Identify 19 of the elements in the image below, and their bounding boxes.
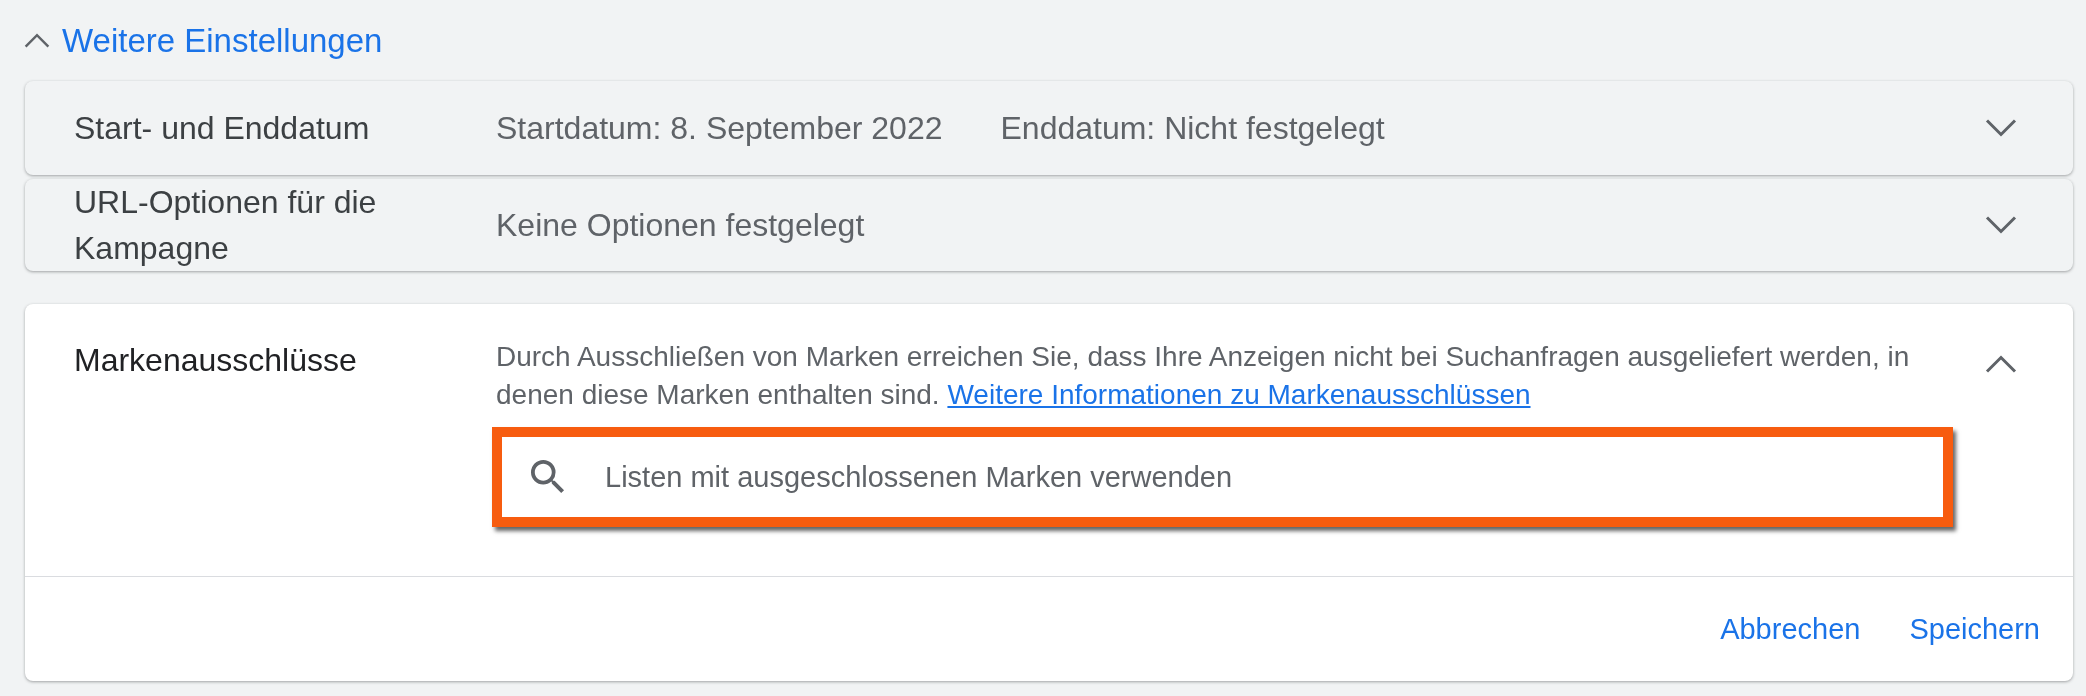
learn-more-link[interactable]: Weitere Informationen zu Markenausschlüssen — [947, 379, 1531, 410]
more-settings-toggle[interactable]: Weitere Einstellungen — [24, 20, 383, 61]
description-text: Durch Ausschließen von Marken erreichen Sie, dass Ihre Anzeigen nicht bei Suchanfragen ausgeliefert werden, in denen diese Marken enthalten sind. Weitere Informationen zu Markenausschlüssen — [496, 340, 1911, 412]
save-button[interactable]: Speichern — [1901, 603, 2048, 655]
cancel-button[interactable]: Abbrechen — [1712, 603, 1869, 655]
row-label: URL-Optionen für die Kampagne — [74, 183, 378, 268]
row-label: Markenausschlüsse — [74, 341, 358, 380]
settings-row[interactable]: Start- und Enddatum Startdatum: 8. September 2022 Enddatum: Nicht festgelegt — [25, 81, 2073, 175]
chevron-down-icon[interactable] — [1985, 119, 2017, 137]
row-label: Start- und Enddatum — [74, 109, 371, 148]
row-value: Startdatum: 8. September 2022 — [496, 109, 943, 148]
row-value: Enddatum: Nicht festgelegt — [1000, 109, 1385, 148]
search-field[interactable]: Listen mit ausgeschlossenen Marken verwenden — [492, 427, 1953, 527]
search-input[interactable]: Listen mit ausgeschlossenen Marken verwenden — [605, 449, 1923, 505]
row-value: Keine Optionen festgelegt — [496, 206, 865, 245]
settings-row[interactable]: URL-Optionen für die Kampagne Keine Optionen festgelegt — [25, 179, 2073, 271]
search-icon — [531, 460, 565, 494]
chevron-down-icon[interactable] — [1985, 216, 2017, 234]
chevron-up-icon[interactable] — [1985, 355, 2017, 373]
